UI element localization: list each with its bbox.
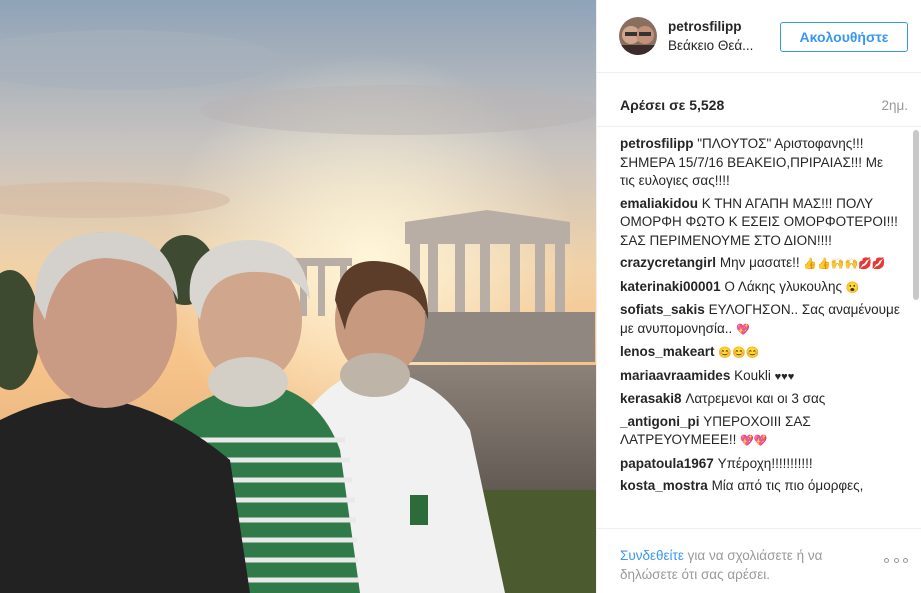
post-photo (0, 0, 596, 593)
comment-item: kosta_mostra Μία από τις πιο όμορφες, (620, 477, 900, 496)
post-time[interactable]: 2ημ. (881, 98, 908, 113)
comments-section[interactable]: petrosfilipp "ΠΛΟΥΤΟΣ" Αριστοφανης!!! ΣΗ… (597, 127, 921, 528)
photo-illustration (0, 0, 596, 593)
comment-author[interactable]: petrosfilipp (620, 136, 694, 151)
avatar[interactable] (619, 17, 657, 55)
comment-text: Υπέροχη!!!!!!!!!!! (717, 455, 813, 471)
comment-text: Λατρεμενοι και οι 3 σας (685, 391, 826, 406)
emoji: 😊😊😊 (718, 347, 760, 359)
comment-item: sofiats_sakis ΕΥΛΟΓΗΣΟΝ.. Σας αναμένουμε… (620, 301, 900, 339)
post-footer: Συνδεθείτε για να σχολιάσετε ή να δηλώσε… (597, 528, 921, 593)
comment-item: crazycretangirl Μην μασατε!! 👍👍🙌🙌💋💋 (620, 254, 900, 274)
post-modal: petrosfilipp Βεάκειο Θεά... Ακολουθήστε … (0, 0, 921, 593)
comments-scrollbar[interactable] (913, 130, 919, 300)
emoji: 😮 (845, 281, 860, 294)
comment-text: Ο Λάκης γλυκουλης (724, 278, 842, 294)
follow-button[interactable]: Ακολουθήστε (780, 22, 908, 52)
likes-count[interactable]: Αρέσει σε 5,528 (620, 97, 724, 113)
comment-text: Koukli (734, 367, 771, 383)
comment-item: emaliakidou Κ ΤΗΝ ΑΓΑΠΗ ΜΑΣ!!! ΠΟΛΥ ΟΜΟΡ… (620, 195, 900, 251)
avatar-image (619, 17, 657, 55)
comment-author[interactable]: sofiats_sakis (620, 302, 705, 317)
username-link[interactable]: petrosfilipp (668, 19, 742, 34)
likes-row: Αρέσει σε 5,528 2ημ. (597, 73, 921, 127)
emoji: 👍👍🙌🙌💋💋 (803, 258, 886, 270)
comment-author[interactable]: mariaavraamides (620, 368, 730, 383)
comment-item: kerasaki8 Λατρεμενοι και οι 3 σας (620, 390, 900, 409)
emoji: 💖 (736, 323, 750, 336)
comment-item: katerinaki00001 Ο Λάκης γλυκουλης 😮 (620, 278, 900, 298)
comment-author[interactable]: papatoula1967 (620, 456, 714, 471)
comment-text: Μία από τις πιο όμορφες, (711, 478, 864, 493)
more-options-icon[interactable] (884, 558, 908, 566)
dot-icon (893, 558, 899, 563)
comment-author[interactable]: katerinaki00001 (620, 279, 721, 294)
emoji: ♥♥♥ (774, 370, 795, 383)
comment-author[interactable]: kerasaki8 (620, 391, 682, 406)
location-link[interactable]: Βεάκειο Θεά... (668, 38, 753, 53)
comment-author[interactable]: _antigoni_pi (620, 414, 700, 429)
comment-author[interactable]: lenos_makeart (620, 344, 715, 359)
comment-item: _antigoni_pi ΥΠΕΡΟΧΟΙΙΙ ΣΑΣ ΛΑΤΡΕΥΟΥΜΕΕΕ… (620, 413, 900, 451)
comment-list: petrosfilipp "ΠΛΟΥΤΟΣ" Αριστοφανης!!! ΣΗ… (620, 135, 900, 500)
comment-author[interactable]: kosta_mostra (620, 478, 708, 493)
emoji: 💖💖 (740, 435, 768, 447)
comment-text: Μην μασατε!! (719, 255, 800, 270)
post-sidebar: petrosfilipp Βεάκειο Θεά... Ακολουθήστε … (596, 0, 921, 593)
comment-author[interactable]: crazycretangirl (620, 255, 716, 270)
comment-item: lenos_makeart 😊😊😊 (620, 343, 900, 363)
comment-item: papatoula1967 Υπέροχη!!!!!!!!!!! (620, 455, 900, 474)
login-prompt: Συνδεθείτε για να σχολιάσετε ή να δηλώσε… (620, 546, 870, 584)
comment-item: mariaavraamides Koukli ♥♥♥ (620, 367, 900, 387)
comment-item: petrosfilipp "ΠΛΟΥΤΟΣ" Αριστοφανης!!! ΣΗ… (620, 135, 900, 191)
login-link[interactable]: Συνδεθείτε (620, 548, 684, 563)
dot-icon (884, 558, 889, 563)
dot-icon (903, 558, 908, 563)
post-header: petrosfilipp Βεάκειο Θεά... Ακολουθήστε (597, 0, 921, 73)
comment-author[interactable]: emaliakidou (620, 196, 698, 211)
